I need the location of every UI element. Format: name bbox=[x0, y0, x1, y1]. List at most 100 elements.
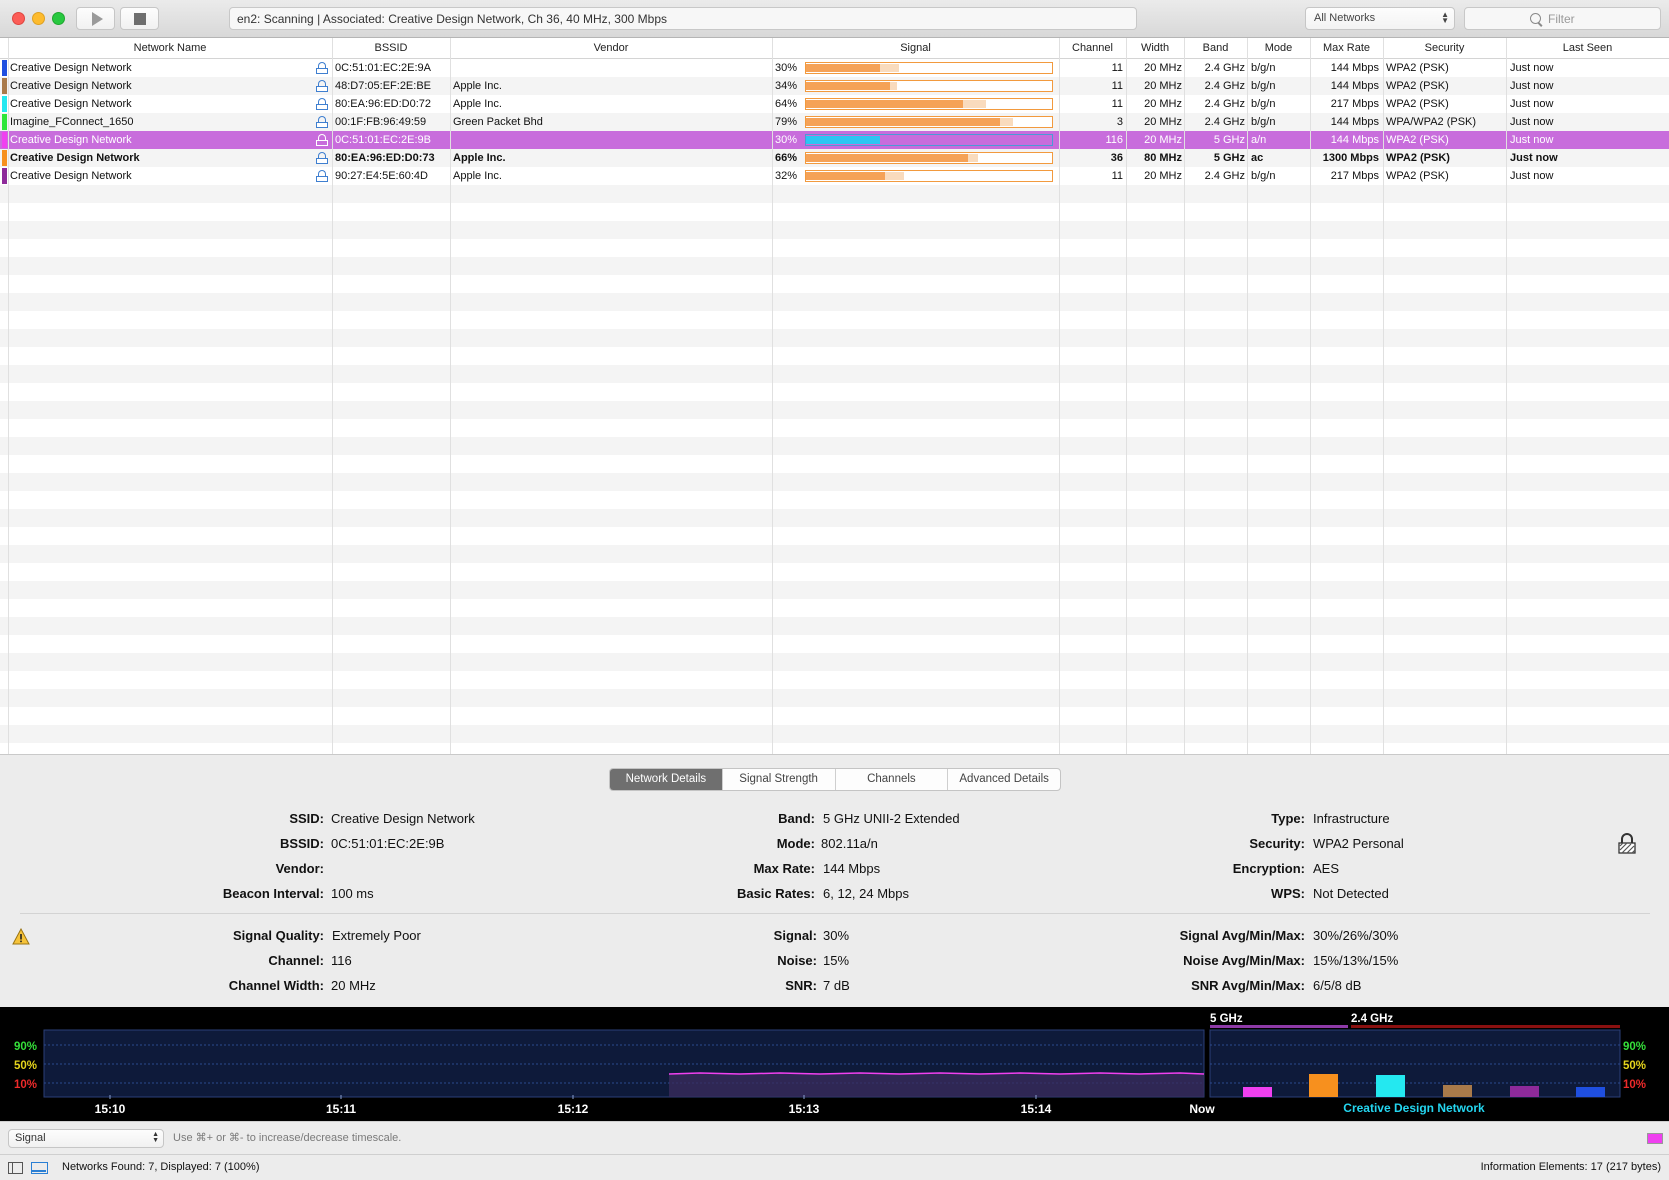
cell-width: 20 MHz bbox=[1144, 98, 1182, 110]
updown-arrows-icon: ▲ ▼ bbox=[152, 1131, 159, 1144]
empty-row bbox=[0, 491, 1669, 509]
signal-avg-label: Signal Avg/Min/Max: bbox=[1179, 928, 1305, 943]
empty-row bbox=[0, 239, 1669, 257]
tab-advanced-details[interactable]: Advanced Details bbox=[948, 769, 1060, 790]
empty-row bbox=[0, 509, 1669, 527]
tab-channels[interactable]: Channels bbox=[836, 769, 949, 790]
ssid-label: SSID: bbox=[289, 811, 324, 826]
column-header-mode[interactable]: Mode bbox=[1247, 38, 1310, 59]
channel-width-value: 20 MHz bbox=[331, 978, 376, 993]
cell-name: Creative Design Network bbox=[10, 62, 132, 74]
cell-name: Creative Design Network bbox=[10, 98, 132, 110]
empty-row bbox=[0, 671, 1669, 689]
signal-bar bbox=[805, 170, 1053, 182]
cell-band: 5 GHz bbox=[1213, 134, 1245, 146]
stop-scan-button[interactable] bbox=[120, 7, 159, 30]
cell-channel: 116 bbox=[1105, 134, 1123, 146]
column-divider bbox=[1059, 38, 1060, 754]
y-label-10-right: 10% bbox=[1623, 1079, 1646, 1091]
cell-security: WPA2 (PSK) bbox=[1386, 98, 1449, 110]
empty-row bbox=[0, 635, 1669, 653]
beacon-interval-label: Beacon Interval: bbox=[222, 886, 324, 901]
column-header-width[interactable]: Width bbox=[1126, 38, 1184, 59]
band-5ghz-label: 5 GHz bbox=[1210, 1013, 1243, 1025]
signal-bar bbox=[805, 62, 1053, 74]
cell-channel: 11 bbox=[1111, 80, 1123, 92]
toggle-details-icon[interactable] bbox=[31, 1162, 48, 1174]
start-scan-button[interactable] bbox=[76, 7, 115, 30]
table-row[interactable]: Creative Design Network 80:EA:96:ED:D0:73… bbox=[0, 149, 1669, 167]
column-header-vendor[interactable]: Vendor bbox=[450, 38, 772, 59]
lock-icon bbox=[316, 80, 328, 92]
time-label: 15:10 bbox=[95, 1102, 126, 1116]
cell-width: 20 MHz bbox=[1144, 134, 1182, 146]
column-header-security[interactable]: Security bbox=[1383, 38, 1506, 59]
basic-rates-label: Basic Rates: bbox=[736, 886, 815, 901]
cell-max-rate: 144 Mbps bbox=[1330, 134, 1379, 146]
cell-channel: 11 bbox=[1111, 62, 1123, 74]
signal-quality-value: Extremely Poor bbox=[332, 928, 421, 943]
lock-icon bbox=[316, 98, 328, 110]
snr-value: 7 dB bbox=[823, 978, 850, 993]
close-window-button[interactable] bbox=[12, 12, 25, 25]
current-signal-bar bbox=[1376, 1075, 1405, 1097]
zoom-window-button[interactable] bbox=[52, 12, 65, 25]
column-header-network-name[interactable]: Network Name bbox=[8, 38, 332, 59]
snr-avg-value: 6/5/8 dB bbox=[1313, 978, 1362, 993]
details-tab-bar: Network Details Signal Strength Channels… bbox=[609, 768, 1061, 791]
column-header-max-rate[interactable]: Max Rate bbox=[1310, 38, 1383, 59]
current-signal-bar bbox=[1443, 1085, 1472, 1097]
cell-width: 20 MHz bbox=[1144, 62, 1182, 74]
band-value: 5 GHz UNII-2 Extended bbox=[823, 811, 960, 826]
table-row[interactable]: Creative Design Network 80:EA:96:ED:D0:72… bbox=[0, 95, 1669, 113]
y-label-90-right: 90% bbox=[1623, 1041, 1646, 1053]
toggle-sidebar-icon[interactable] bbox=[8, 1162, 23, 1174]
time-label: 15:14 bbox=[1021, 1102, 1052, 1116]
empty-row bbox=[0, 437, 1669, 455]
cell-mode: ac bbox=[1251, 152, 1264, 164]
cell-vendor bbox=[453, 131, 769, 149]
current-signal-bar bbox=[1576, 1087, 1605, 1097]
type-value: Infrastructure bbox=[1313, 811, 1390, 826]
cell-signal: 79% bbox=[775, 116, 798, 128]
column-header-channel[interactable]: Channel bbox=[1059, 38, 1126, 59]
column-header-band[interactable]: Band bbox=[1184, 38, 1247, 59]
empty-row bbox=[0, 329, 1669, 347]
details-divider bbox=[20, 913, 1650, 914]
graph-mode-select[interactable]: Signal ▲ ▼ bbox=[8, 1129, 164, 1148]
cell-signal: 30% bbox=[775, 134, 798, 146]
time-label: 15:13 bbox=[789, 1102, 820, 1116]
tab-network-details[interactable]: Network Details bbox=[610, 769, 723, 790]
column-header-signal[interactable]: Signal bbox=[772, 38, 1059, 59]
empty-row bbox=[0, 455, 1669, 473]
column-header-last-seen[interactable]: Last Seen bbox=[1506, 38, 1669, 59]
column-header-bssid[interactable]: BSSID bbox=[332, 38, 450, 59]
network-filter-select[interactable]: All Networks ▲ ▼ bbox=[1305, 7, 1455, 30]
cell-bssid: 0C:51:01:EC:2E:9A bbox=[335, 62, 432, 74]
cell-signal: 32% bbox=[775, 170, 798, 182]
filter-search-input[interactable]: Filter bbox=[1464, 7, 1661, 30]
cell-channel: 11 bbox=[1111, 98, 1123, 110]
noise-avg-value: 15%/13%/15% bbox=[1313, 953, 1399, 968]
table-row[interactable]: Imagine_FConnect_1650 00:1F:FB:96:49:59 Gr… bbox=[0, 113, 1669, 131]
play-icon bbox=[91, 11, 103, 26]
toolbar: en2: Scanning | Associated: Creative Des… bbox=[0, 0, 1669, 38]
signal-bar bbox=[805, 98, 1053, 110]
empty-row bbox=[0, 347, 1669, 365]
y-label-50-right: 50% bbox=[1623, 1060, 1646, 1072]
noise-value: 15% bbox=[823, 953, 850, 968]
empty-row bbox=[0, 689, 1669, 707]
column-divider bbox=[1247, 38, 1248, 754]
empty-row bbox=[0, 599, 1669, 617]
signal-graph-panel: 90% 50% 10% 90% 50% 10% 15:10 15:11 15:1… bbox=[0, 1007, 1669, 1121]
table-row[interactable]: Creative Design Network 90:27:E4:5E:60:4D… bbox=[0, 167, 1669, 185]
tab-signal-strength[interactable]: Signal Strength bbox=[723, 769, 836, 790]
minimize-window-button[interactable] bbox=[32, 12, 45, 25]
encryption-label: Encryption: bbox=[1232, 861, 1305, 876]
graph-color-swatch[interactable] bbox=[1647, 1133, 1663, 1144]
cell-band: 2.4 GHz bbox=[1204, 80, 1245, 92]
wps-value: Not Detected bbox=[1313, 886, 1389, 901]
table-row[interactable]: Creative Design Network 0C:51:01:EC:2E:9A… bbox=[0, 59, 1669, 77]
table-row[interactable]: Creative Design Network 48:D7:05:EF:2E:BE… bbox=[0, 77, 1669, 95]
table-row[interactable]: Creative Design Network 0C:51:01:EC:2E:9B… bbox=[0, 131, 1669, 149]
